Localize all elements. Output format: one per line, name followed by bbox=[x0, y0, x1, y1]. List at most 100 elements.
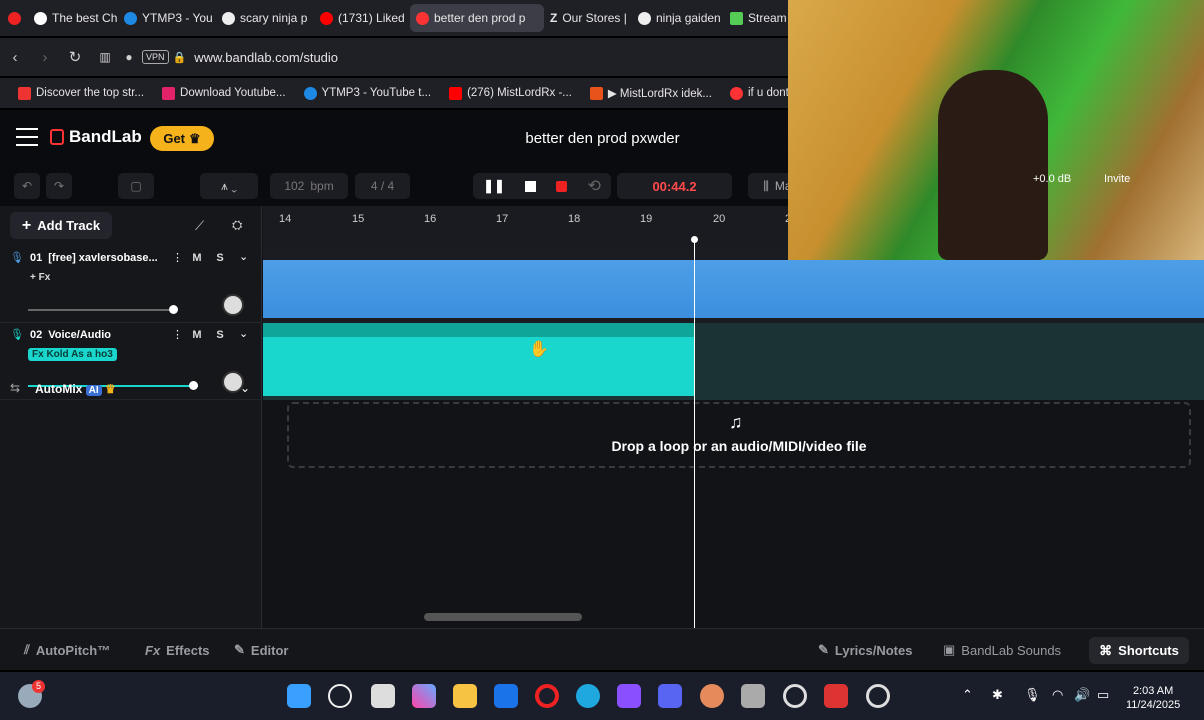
playhead[interactable] bbox=[691, 236, 698, 628]
reader-icon[interactable]: ▥ bbox=[90, 50, 120, 64]
volume-slider[interactable] bbox=[28, 305, 178, 314]
slider-handle[interactable] bbox=[169, 305, 178, 314]
audio-clip[interactable] bbox=[263, 323, 694, 396]
obs-icon[interactable] bbox=[783, 684, 807, 708]
stop-icon[interactable] bbox=[525, 180, 537, 192]
browser-tab[interactable]: (1731) Liked bbox=[314, 4, 410, 32]
bookmark-item[interactable]: (276) MistLordRx -... bbox=[441, 86, 580, 100]
bluetooth-icon[interactable]: ✱ bbox=[992, 687, 1003, 703]
task-view-icon[interactable] bbox=[371, 684, 395, 708]
edge-icon[interactable] bbox=[576, 684, 600, 708]
drop-zone[interactable]: ♫ Drop a loop or an audio/MIDI/video fil… bbox=[287, 402, 1191, 468]
chevron-down-icon[interactable]: ⌄ bbox=[239, 250, 248, 263]
mute-button[interactable]: M bbox=[188, 249, 206, 267]
windows-start-icon[interactable] bbox=[287, 684, 311, 708]
tuner-icon[interactable]: ⟋ bbox=[195, 218, 204, 234]
tempo-field[interactable]: 102 bpm bbox=[270, 173, 348, 199]
bookmark-item[interactable]: Download Youtube... bbox=[154, 86, 294, 100]
outlook-icon[interactable] bbox=[494, 684, 518, 708]
track-options-icon[interactable]: ⋮ bbox=[172, 251, 183, 264]
tab-favicon-icon bbox=[416, 11, 429, 25]
reload-icon[interactable]: ↻ bbox=[60, 48, 90, 66]
bookmark-item[interactable]: YTMP3 - YouTube t... bbox=[296, 86, 440, 100]
chevron-up-icon[interactable]: ⌃ bbox=[962, 687, 973, 703]
browser-tab-active[interactable]: better den prod p bbox=[410, 4, 544, 32]
bookmark-item[interactable]: ▶ MistLordRx idek... bbox=[582, 86, 720, 100]
browser-tab[interactable]: ninja gaiden bbox=[632, 4, 724, 32]
discord-icon[interactable] bbox=[658, 684, 682, 708]
back-icon[interactable]: ‹ bbox=[0, 49, 30, 66]
browser-tab[interactable]: YTMP3 - You bbox=[118, 4, 216, 32]
editor-button[interactable]: ✎ Editor bbox=[234, 637, 288, 663]
file-explorer-icon[interactable] bbox=[453, 684, 477, 708]
clapper-icon[interactable] bbox=[617, 684, 641, 708]
audio-clip[interactable] bbox=[263, 260, 1204, 318]
slider-handle[interactable] bbox=[189, 381, 198, 390]
opera-icon[interactable] bbox=[535, 684, 559, 708]
mute-button[interactable]: M bbox=[188, 326, 206, 344]
browser-tab[interactable]: scary ninja p bbox=[216, 4, 314, 32]
browser-tab[interactable]: Z Our Stores | bbox=[544, 4, 632, 32]
loop-icon[interactable]: ⟲ bbox=[587, 176, 600, 196]
metronome-icon[interactable]: ⩚ ⌄ bbox=[200, 173, 258, 199]
shortcuts-button[interactable]: ⌘ Shortcuts bbox=[1089, 637, 1189, 664]
search-icon[interactable] bbox=[328, 684, 352, 708]
bandlab-sounds-button[interactable]: ▣ BandLab Sounds bbox=[943, 637, 1061, 663]
autopitch-button[interactable]: ⫽ AutoPitch™ bbox=[24, 637, 110, 663]
chevron-down-icon[interactable]: ⌄ bbox=[239, 327, 248, 340]
ruler-tick: 19 bbox=[640, 213, 653, 225]
automix-row[interactable]: AutoMix AI ♛ bbox=[35, 382, 116, 396]
invite-button[interactable]: Invite bbox=[1104, 173, 1130, 185]
add-track-button[interactable]: + Add Track bbox=[10, 212, 112, 239]
opera-logo-icon[interactable] bbox=[0, 4, 28, 32]
mic-icon[interactable]: ● bbox=[120, 50, 138, 64]
solo-button[interactable]: S bbox=[211, 326, 229, 344]
pan-knob[interactable] bbox=[222, 294, 244, 316]
camera-icon[interactable] bbox=[741, 684, 765, 708]
speaker-icon[interactable]: 🔊 bbox=[1074, 687, 1090, 703]
project-title[interactable]: better den prod pxwder bbox=[420, 130, 785, 147]
record-icon[interactable] bbox=[556, 180, 568, 192]
forward-icon[interactable]: › bbox=[30, 49, 60, 66]
copilot-icon[interactable] bbox=[412, 684, 436, 708]
media-player-icon[interactable] bbox=[866, 684, 890, 708]
track-name[interactable]: 01 [free] xavlersobase... bbox=[30, 252, 165, 264]
vpn-badge[interactable]: VPN bbox=[142, 50, 169, 64]
game-icon[interactable] bbox=[700, 684, 724, 708]
red-app-icon[interactable] bbox=[824, 684, 848, 708]
mic-icon[interactable]: 🎙 bbox=[1024, 687, 1041, 703]
add-fx-button[interactable]: + Fx bbox=[28, 271, 54, 284]
tab-favicon-icon bbox=[320, 11, 333, 25]
ruler-tick: 18 bbox=[568, 213, 581, 225]
lyrics-notes-button[interactable]: ✎ Lyrics/Notes bbox=[818, 637, 912, 663]
fx-preset-tag[interactable]: Fx Kold As a ho3 bbox=[28, 348, 117, 361]
save-icon[interactable]: ▢ bbox=[118, 173, 154, 199]
chevron-down-icon[interactable]: ⌄ bbox=[240, 381, 250, 395]
track-lane-2[interactable]: ✋ bbox=[263, 323, 1204, 400]
music-note-icon: ♫ bbox=[729, 412, 743, 432]
time-signature-field[interactable]: 4 / 4 bbox=[355, 173, 410, 199]
redo-icon[interactable]: ↷ bbox=[46, 173, 72, 199]
effects-button[interactable]: Fx Effects bbox=[145, 637, 210, 663]
clock[interactable]: 2:03 AM 11/24/2025 bbox=[1126, 684, 1180, 712]
pencil-icon: ✎ bbox=[234, 642, 245, 657]
ai-badge: AI bbox=[85, 385, 102, 396]
wifi-icon[interactable]: ◠ bbox=[1052, 687, 1063, 703]
url-field[interactable]: www.bandlab.com/studio bbox=[194, 50, 338, 65]
browser-tab[interactable]: The best Ch bbox=[28, 4, 118, 32]
undo-icon[interactable]: ↶ bbox=[14, 173, 40, 199]
battery-icon[interactable]: ▭ bbox=[1097, 687, 1109, 703]
mic-icon: 🎙 bbox=[10, 329, 24, 341]
track-name[interactable]: 02 Voice/Audio bbox=[30, 329, 165, 341]
get-membership-button[interactable]: Get ♛ bbox=[150, 126, 214, 151]
track-options-icon[interactable]: ⋮ bbox=[172, 328, 183, 341]
track-header-1[interactable]: 🎙 01 [free] xavlersobase... ⋮ M S ⌄ + Fx bbox=[0, 246, 262, 323]
track-settings-icon[interactable]: ⛭ bbox=[232, 217, 242, 233]
horizontal-scrollbar[interactable] bbox=[424, 613, 582, 621]
menu-icon[interactable] bbox=[16, 128, 38, 148]
bookmark-item[interactable]: Discover the top str... bbox=[10, 86, 152, 100]
bandlab-logo[interactable]: BandLab bbox=[50, 127, 142, 147]
ruler-tick: 16 bbox=[424, 213, 437, 225]
pause-icon[interactable]: ❚❚ bbox=[483, 178, 505, 194]
solo-button[interactable]: S bbox=[211, 249, 229, 267]
